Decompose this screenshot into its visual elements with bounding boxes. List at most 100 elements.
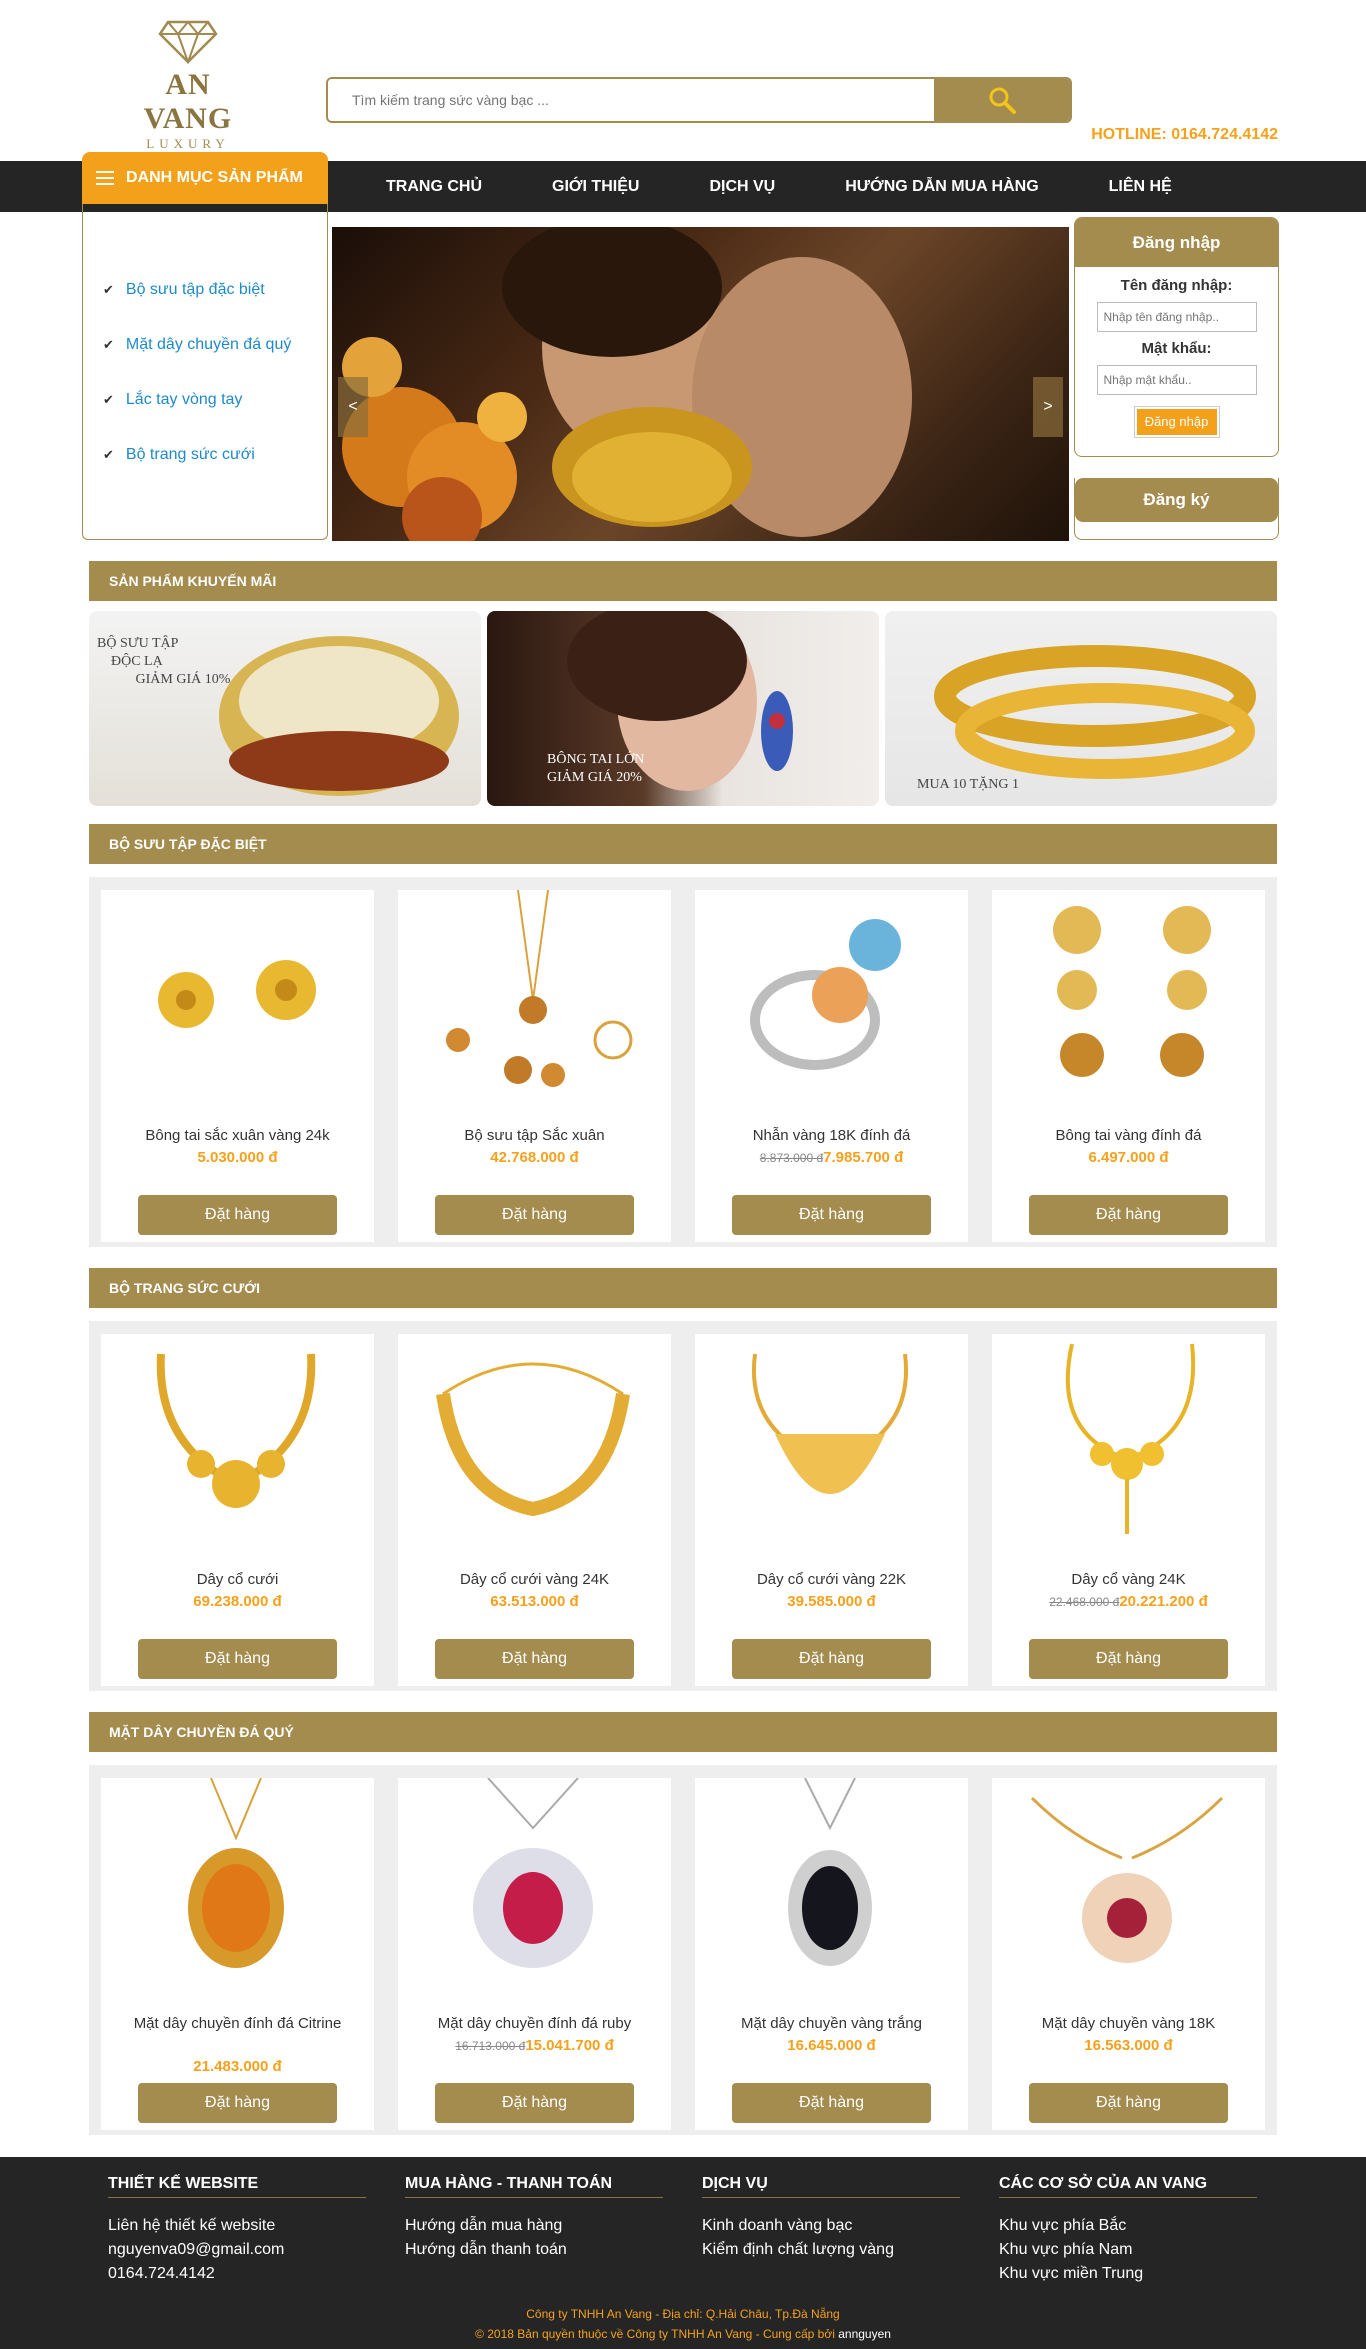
footer-phone[interactable]: 0164.724.4142: [108, 2262, 366, 2286]
product-card[interactable]: Mặt dây chuyền vàng trắng 16.645.000 đ Đ…: [695, 1778, 968, 2130]
section-title-special: BỘ SƯU TẬP ĐẶC BIỆT: [89, 824, 1277, 864]
product-card[interactable]: Mặt dây chuyền đính đá Citrine 21.483.00…: [101, 1778, 374, 2130]
footer-link[interactable]: Hướng dẫn mua hàng: [405, 2214, 663, 2238]
order-button[interactable]: Đặt hàng: [732, 2083, 931, 2123]
menu-shopping-guide[interactable]: HƯỚNG DẪN MUA HÀNG: [845, 178, 1038, 196]
order-button[interactable]: Đặt hàng: [435, 1639, 634, 1679]
footer-column: DỊCH VỤ Kinh doanh vàng bạc Kiểm định ch…: [702, 2175, 960, 2262]
footer-link[interactable]: Khu vực phía Bắc: [999, 2214, 1257, 2238]
product-image: [446, 890, 633, 1087]
product-image: [1030, 1796, 1224, 1963]
search-input[interactable]: [328, 79, 934, 121]
category-item-label: Mặt dây chuyền đá quý: [125, 335, 292, 353]
menu-home[interactable]: TRANG CHỦ: [386, 178, 482, 196]
footer-link[interactable]: Hướng dẫn thanh toán: [405, 2238, 663, 2262]
footer-link[interactable]: Kinh doanh vàng bạc: [702, 2214, 960, 2238]
category-item-label: Bộ sưu tập đặc biệt: [125, 280, 265, 298]
product-name: Mặt dây chuyền vàng 18K: [1041, 2015, 1216, 2032]
product-card[interactable]: Mặt dây chuyền vàng 18K 16.563.000 đ Đặt…: [992, 1778, 1265, 2130]
category-item[interactable]: ✔ Mặt dây chuyền đá quý: [83, 317, 327, 372]
footer-link[interactable]: Kiểm định chất lượng vàng: [702, 2238, 960, 2262]
product-name: Mặt dây chuyền vàng trắng: [741, 2015, 922, 2032]
product-name: Mặt dây chuyền đính đá Citrine: [133, 2015, 342, 2032]
category-item[interactable]: ✔ Bộ sưu tập đặc biệt: [83, 262, 327, 317]
menu-services[interactable]: DỊCH VỤ: [709, 178, 775, 196]
menu-about[interactable]: GIỚI THIỆU: [552, 178, 639, 196]
footer-link[interactable]: Khu vực miền Trung: [999, 2262, 1257, 2286]
category-item[interactable]: ✔ Lắc tay vòng tay: [83, 372, 327, 427]
promo-banner[interactable]: Mua 10 tặng 1: [885, 611, 1277, 806]
category-item[interactable]: ✔ Bộ trang sức cưới: [83, 427, 327, 482]
order-button[interactable]: Đặt hàng: [435, 2083, 634, 2123]
product-price: 63.513.000 đ: [490, 1593, 579, 1610]
product-card[interactable]: Dây cổ cưới vàng 22K 39.585.000 đ Đặt hà…: [695, 1334, 968, 1686]
category-item-label: Bộ trang sức cưới: [125, 445, 255, 463]
product-card[interactable]: Bông tai sắc xuân vàng 24k 5.030.000 đ Đ…: [101, 890, 374, 1242]
product-price: 21.483.000 đ: [193, 2058, 282, 2075]
order-button[interactable]: Đặt hàng: [1029, 1195, 1228, 1235]
category-header[interactable]: DANH MỤC SẢN PHẨM: [82, 152, 328, 204]
product-card[interactable]: Dây cổ cưới 69.238.000 đ Đặt hàng: [101, 1334, 374, 1686]
username-input[interactable]: [1096, 302, 1257, 332]
earring-model-image: [567, 611, 793, 791]
product-name: Dây cổ vàng 24K: [1071, 1571, 1186, 1588]
order-button[interactable]: Đặt hàng: [732, 1639, 931, 1679]
product-image: [473, 1778, 593, 1968]
header: AN VANG LUXURY HOTLINE: 0164.724.4142: [0, 0, 1366, 160]
product-card[interactable]: Nhẫn vàng 18K đính đá 8.873.000 đ7.985.7…: [695, 890, 968, 1242]
password-input[interactable]: [1096, 365, 1257, 395]
order-button[interactable]: Đặt hàng: [732, 1195, 931, 1235]
footer-link[interactable]: Khu vực phía Nam: [999, 2238, 1257, 2262]
slider-next-button[interactable]: >: [1033, 377, 1063, 437]
footer-column-title: MUA HÀNG - THANH TOÁN: [405, 2175, 663, 2198]
check-icon: ✔: [103, 446, 114, 462]
product-name: Nhẫn vàng 18K đính đá: [752, 1127, 911, 1144]
footer-email[interactable]: nguyenva09@gmail.com: [108, 2238, 366, 2262]
login-button[interactable]: Đăng nhập: [1134, 407, 1219, 437]
product-card[interactable]: Dây cổ cưới vàng 24K 63.513.000 đ Đặt hà…: [398, 1334, 671, 1686]
order-button[interactable]: Đặt hàng: [138, 1639, 337, 1679]
footer-author[interactable]: annguyen: [838, 2327, 891, 2341]
order-button[interactable]: Đặt hàng: [1029, 2083, 1228, 2123]
category-item-label: Lắc tay vòng tay: [125, 390, 243, 408]
product-image: [156, 1353, 316, 1508]
order-button[interactable]: Đặt hàng: [1029, 1639, 1228, 1679]
hotline[interactable]: HOTLINE: 0164.724.4142: [1091, 126, 1278, 144]
order-button[interactable]: Đặt hàng: [435, 1195, 634, 1235]
category-list: ✔ Bộ sưu tập đặc biệt ✔ Mặt dây chuyền đá …: [82, 204, 328, 540]
hero-image: [342, 227, 912, 541]
hero-slider: < >: [332, 227, 1069, 541]
product-card[interactable]: Dây cổ vàng 24K 22.468.000 đ20.221.200 đ…: [992, 1334, 1265, 1686]
footer-column-title: DỊCH VỤ: [702, 2175, 960, 2198]
product-grid-special: Bông tai sắc xuân vàng 24k 5.030.000 đ Đ…: [89, 877, 1277, 1247]
site-logo[interactable]: AN VANG LUXURY: [118, 20, 258, 151]
product-name: Dây cổ cưới vàng 22K: [756, 1571, 907, 1588]
menu-contact[interactable]: LIÊN HỆ: [1109, 178, 1172, 196]
check-icon: ✔: [103, 391, 114, 407]
footer-copyright: © 2018 Bản quyền thuộc về Công ty TNHH A…: [475, 2327, 891, 2341]
product-grid-wedding: Dây cổ cưới 69.238.000 đ Đặt hàng Dây cổ…: [89, 1321, 1277, 1691]
register-button[interactable]: Đăng ký: [1075, 478, 1278, 522]
search-button[interactable]: [934, 79, 1070, 121]
footer-link[interactable]: Liên hệ thiết kế website: [108, 2214, 366, 2238]
slider-prev-button[interactable]: <: [338, 377, 368, 437]
promo-text: Bộ sưu tập độc lạ giảm giá 10%: [97, 636, 231, 687]
promo-banner[interactable]: Bộ sưu tập độc lạ giảm giá 10%: [89, 611, 481, 806]
product-card[interactable]: Mặt dây chuyền đính đá ruby 16.713.000 đ…: [398, 1778, 671, 2130]
product-image: [752, 1353, 908, 1494]
product-card[interactable]: Bông tai vàng đính đá 6.497.000 đ Đặt hà…: [992, 890, 1265, 1242]
promo-banner[interactable]: Bông tai lớn giảm giá 20%: [487, 611, 879, 806]
product-price: 42.768.000 đ: [490, 1149, 579, 1166]
product-image: [188, 1778, 284, 1968]
brand-name: AN VANG: [143, 68, 233, 135]
footer-column: CÁC CƠ SỞ CỦA AN VANG Khu vực phía Bắc K…: [999, 2175, 1257, 2286]
main-menu: TRANG CHỦ GIỚI THIỆU DỊCH VỤ HƯỚNG DẪN M…: [386, 161, 1242, 212]
product-price: 69.238.000 đ: [193, 1593, 282, 1610]
footer-column: THIẾT KẾ WEBSITE Liên hệ thiết kế websit…: [108, 2175, 366, 2286]
product-card[interactable]: Bộ sưu tập Sắc xuân 42.768.000 đ Đặt hàn…: [398, 890, 671, 1242]
brand-tagline: LUXURY: [146, 136, 230, 151]
login-box: Đăng nhập Tên đăng nhập: Mật khẩu: Đăng …: [1074, 217, 1279, 457]
hamburger-icon: [96, 171, 114, 185]
order-button[interactable]: Đặt hàng: [138, 2083, 337, 2123]
order-button[interactable]: Đặt hàng: [138, 1195, 337, 1235]
